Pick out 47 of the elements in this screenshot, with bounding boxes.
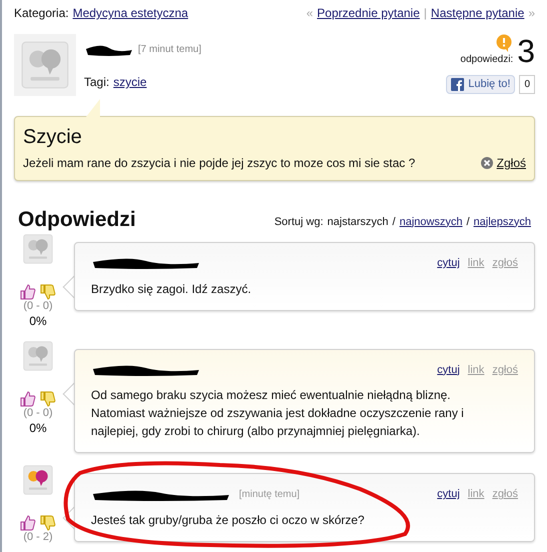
thumbs-up-icon[interactable] — [20, 284, 36, 300]
report-link[interactable]: Zgłoś — [480, 154, 526, 172]
vote-count: (0 - 0) — [23, 406, 53, 420]
answer-time: [minutę temu] — [239, 488, 300, 502]
vote-count: (0 - 0) — [23, 300, 53, 314]
logo-icon — [21, 41, 69, 89]
answer-action-link[interactable]: cytuj — [437, 255, 460, 272]
sort-option[interactable]: najlepszych — [474, 214, 531, 230]
facebook-icon — [451, 78, 464, 91]
next-mark: » — [528, 5, 535, 22]
sort-label: Sortuj wg: — [274, 214, 324, 230]
answer-text: Jesteś tak gruby/gruba że poszło ci oczo w skórze? — [91, 512, 366, 529]
like-button[interactable]: Lubię to! — [446, 75, 516, 94]
sort-option[interactable]: najnowszych — [399, 214, 462, 230]
question-body: Jeżeli mam rane do zszycia i nie pojde jej zszyc to moze cos mi sie stac ? — [23, 155, 416, 172]
sort-separator: / — [466, 214, 470, 230]
answer-action-link[interactable]: cytuj — [437, 486, 460, 503]
thumbs-down-icon[interactable] — [40, 284, 56, 300]
next-question-link[interactable]: Następne pytanie — [430, 4, 524, 22]
answer-text: Brzydko się zagoi. Idź zaszyć. — [91, 280, 252, 298]
redaction-mark — [84, 42, 134, 56]
like-count: 0 — [519, 75, 535, 94]
answers-count: 3 — [517, 35, 535, 67]
thumbs-up-icon[interactable] — [20, 515, 36, 532]
prev-mark: « — [306, 5, 314, 22]
question-bubble-icon — [495, 34, 514, 52]
thumbs-down-icon[interactable] — [40, 390, 56, 407]
question-time: [7 minut temu] — [138, 43, 202, 57]
sort-option[interactable]: najstarszych — [327, 214, 388, 230]
thumbs-up-icon[interactable] — [20, 390, 36, 407]
separator: | — [424, 5, 427, 22]
vote-percent: 0% — [29, 420, 47, 436]
tags-label: Tagi: — [84, 74, 110, 91]
category-link[interactable]: Medycyna estetyczna — [72, 4, 188, 22]
tag-link[interactable]: szycie — [113, 73, 147, 91]
answer-action-link[interactable]: cytuj — [437, 362, 460, 378]
previous-question-link[interactable]: Poprzednie pytanie — [317, 4, 420, 22]
answers-heading: Odpowiedzi — [18, 209, 136, 230]
answer-text: Od samego braku szycia możesz mieć ewentualnie niełądną bliznę. Natomiast ważniejsze od zszywania jest dokładne oczyszczenie rany i najlepiej, gdy zrobi to chirurg (albo przynajmniej pielęgniarka). — [91, 387, 465, 440]
vote-count: (0 - 2) — [23, 531, 53, 545]
vote-percent: 0% — [29, 314, 47, 329]
answers-label: odpowiedzi: — [460, 53, 514, 67]
category-label: Kategoria: — [14, 5, 69, 22]
sort-separator: / — [392, 214, 396, 230]
thumbs-down-icon[interactable] — [40, 515, 56, 532]
close-icon — [480, 157, 493, 169]
question-title: Szycie — [23, 125, 83, 150]
